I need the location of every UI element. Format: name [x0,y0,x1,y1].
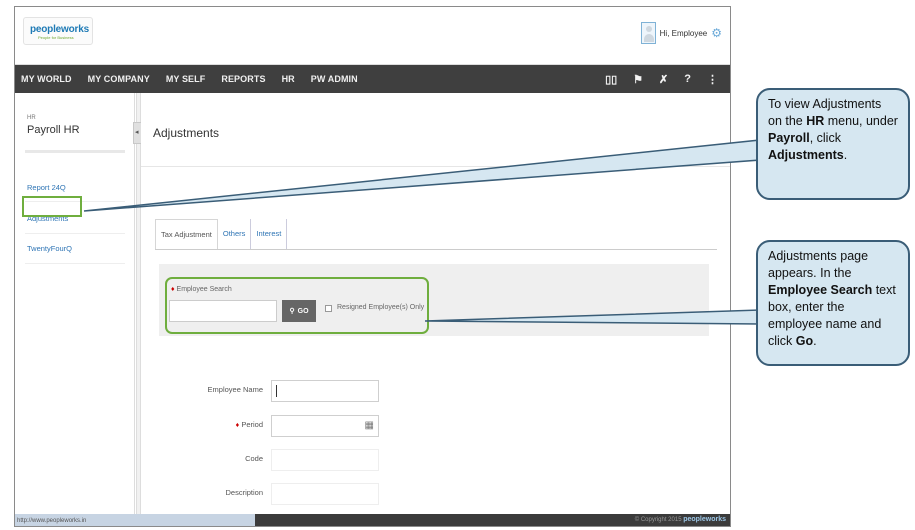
tab-tax-adjustment[interactable]: Tax Adjustment [155,219,218,249]
callout-1-text: , click [809,131,841,145]
help-icon[interactable]: ? [684,73,691,85]
employee-name-label: Employee Name [207,385,263,394]
main-content: Adjustments Tax Adjustment Others Intere… [141,93,730,526]
nav-item-my-world[interactable]: MY WORLD [21,74,72,84]
callout-employee-search: Adjustments page appears. In the Employe… [756,240,910,366]
book-icon[interactable]: ▯▯ [605,73,617,86]
description-label: Description [225,488,263,497]
callout-2-bold-go: Go [795,334,814,348]
callout-2-text: Adjustments page appears. In the [768,249,869,280]
sidebar-separator [25,263,125,264]
status-url: http://www.peopleworks.in [15,514,255,526]
main-nav: MY WORLD MY COMPANY MY SELF REPORTS HR P… [15,65,730,93]
tab-interest[interactable]: Interest [251,219,288,249]
calendar-icon[interactable]: ▦ [365,420,374,431]
tab-bar: Tax Adjustment Others Interest [155,219,288,249]
code-field[interactable] [271,449,379,471]
nav-item-my-self[interactable]: MY SELF [166,74,206,84]
app-header: peopleworks People for Business Hi, Empl… [15,7,730,65]
logo-text: peopleworks [30,24,89,35]
callout-1-bold-payroll: Payroll [768,131,810,145]
nav-item-my-company[interactable]: MY COMPANY [88,74,150,84]
period-label: ♦ Period [153,420,263,429]
gear-icon[interactable]: ⚙ [711,26,722,40]
footer-brand: peopleworks [683,516,726,523]
copyright-text: © Copyright 2015 [634,517,682,523]
nav-item-reports[interactable]: REPORTS [221,74,265,84]
chevron-left-icon: ◂ [135,129,139,136]
sidebar-title: Payroll HR [27,124,80,136]
flag-icon[interactable]: ⚑ [633,73,643,86]
callout-2-bold-employee-search: Employee Search [768,283,873,297]
tab-others[interactable]: Others [218,219,252,249]
sidebar-item-twentyfourq[interactable]: TwentyFourQ [27,244,72,253]
sidebar-item-report-24q[interactable]: Report 24Q [27,183,66,192]
callout-1-bold-hr: HR [806,114,825,128]
logo-tagline: People for Business [38,35,74,40]
callout-1-text: menu, under [824,114,898,128]
required-marker: ♦ [235,422,240,429]
nav-item-hr[interactable]: HR [282,74,295,84]
sidebar-separator [25,233,125,234]
sidebar-divider [25,150,125,153]
callout-1-bold-adjustments: Adjustments [768,148,844,162]
tab-underline [155,249,717,250]
adjustments-highlight-box [22,196,82,217]
callout-2-text: . [813,334,817,348]
code-label: Code [245,454,263,463]
callout-view-adjustments: To view Adjustments on the HR menu, unde… [756,88,910,200]
share-icon[interactable]: ⋮ [707,73,718,86]
period-field[interactable]: ▦ [271,415,379,437]
employee-search-highlight-box [165,277,429,334]
text-cursor [276,385,277,397]
tools-icon[interactable]: ✗ [659,73,668,86]
sidebar: HR Payroll HR Report 24Q Adjustments Twe… [15,93,135,526]
user-menu[interactable]: Hi, Employee ⚙ [640,20,722,46]
description-field[interactable] [271,483,379,505]
peopleworks-logo[interactable]: peopleworks People for Business [23,17,93,45]
sidebar-section-label: HR [27,115,36,121]
callout-1-text: . [843,148,848,162]
status-bar: http://www.peopleworks.in © Copyright 20… [15,514,730,526]
footer-copyright: © Copyright 2015 peopleworks [635,516,726,523]
app-window: peopleworks People for Business Hi, Empl… [14,6,731,527]
user-greeting: Hi, Employee [659,28,708,38]
avatar[interactable] [640,22,656,44]
employee-name-field[interactable] [271,380,379,402]
page-title: Adjustments [153,126,220,140]
period-label-text: Period [241,420,263,429]
nav-item-pw-admin[interactable]: PW ADMIN [311,74,358,84]
title-divider [141,166,730,167]
